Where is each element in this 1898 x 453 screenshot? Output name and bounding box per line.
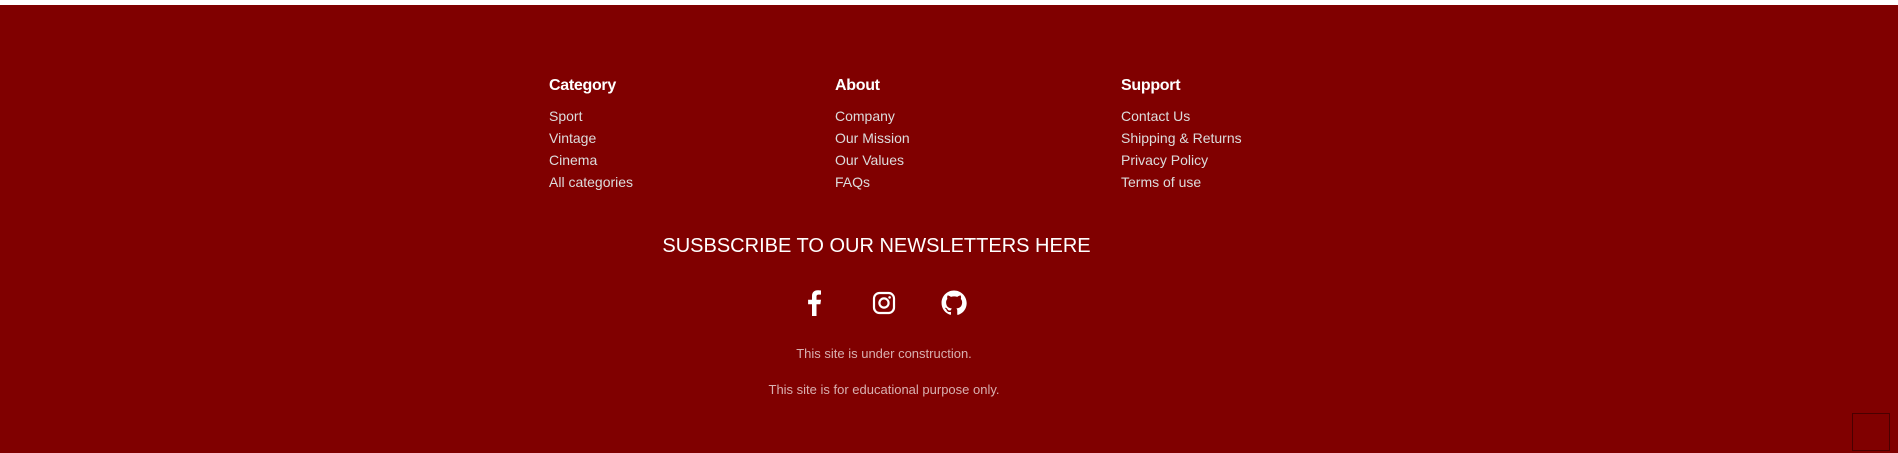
footer-link-sport[interactable]: Sport xyxy=(549,105,809,127)
facebook-icon[interactable] xyxy=(800,289,828,317)
educational-note: This site is for educational purpose onl… xyxy=(768,382,1000,397)
support-links: Contact Us Shipping & Returns Privacy Po… xyxy=(1121,105,1381,193)
construction-note: This site is under construction. xyxy=(796,346,972,361)
social-links xyxy=(0,289,1768,317)
footer-column-support: Support Contact Us Shipping & Returns Pr… xyxy=(1121,75,1381,193)
footer-column-category: Category Sport Vintage Cinema All catego… xyxy=(549,75,809,193)
footer-link-all-categories[interactable]: All categories xyxy=(549,171,809,193)
scroll-to-top-button[interactable] xyxy=(1852,413,1890,451)
footer-link-faqs[interactable]: FAQs xyxy=(835,171,1095,193)
category-links: Sport Vintage Cinema All categories xyxy=(549,105,809,193)
about-links: Company Our Mission Our Values FAQs xyxy=(835,105,1095,193)
footer-link-contact-us[interactable]: Contact Us xyxy=(1121,105,1381,127)
site-footer: Category Sport Vintage Cinema All catego… xyxy=(0,5,1898,453)
column-title-support: Support xyxy=(1121,77,1181,94)
instagram-icon[interactable] xyxy=(870,289,898,317)
footer-link-vintage[interactable]: Vintage xyxy=(549,127,809,149)
column-title-category: Category xyxy=(549,77,616,94)
footer-link-shipping-returns[interactable]: Shipping & Returns xyxy=(1121,127,1381,149)
column-title-about: About xyxy=(835,77,880,94)
footer-link-our-mission[interactable]: Our Mission xyxy=(835,127,1095,149)
footer-column-about: About Company Our Mission Our Values FAQ… xyxy=(835,75,1095,193)
newsletter-link[interactable]: SUSBSCRIBE TO OUR NEWSLETTERS HERE xyxy=(0,233,1753,259)
footer-link-company[interactable]: Company xyxy=(835,105,1095,127)
footer-link-cinema[interactable]: Cinema xyxy=(549,149,809,171)
footer-link-our-values[interactable]: Our Values xyxy=(835,149,1095,171)
footer-link-terms-of-use[interactable]: Terms of use xyxy=(1121,171,1381,193)
footer-link-privacy-policy[interactable]: Privacy Policy xyxy=(1121,149,1381,171)
github-icon[interactable] xyxy=(940,289,968,317)
